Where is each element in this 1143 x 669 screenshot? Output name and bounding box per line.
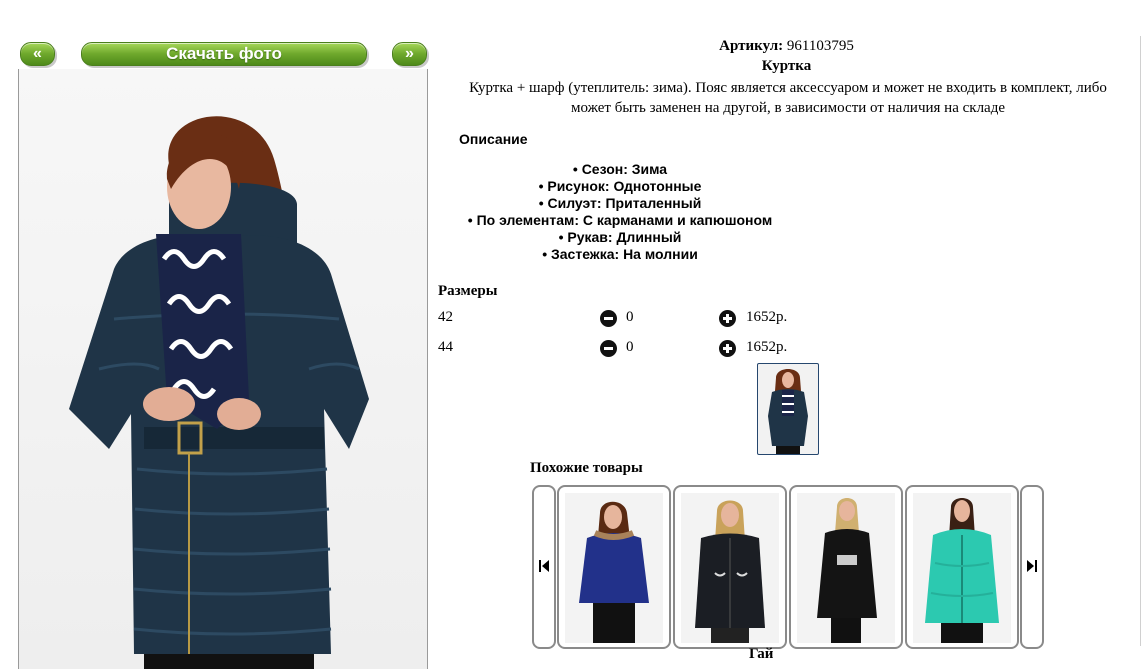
- attribute-item: Рисунок: Однотонные: [430, 178, 810, 195]
- attribute-item: Рукав: Длинный: [430, 229, 810, 246]
- sku-line: Артикул: 961103795: [430, 38, 1143, 55]
- similar-product-image: [797, 493, 895, 643]
- attribute-item: Силуэт: Приталенный: [430, 195, 810, 212]
- carousel-prev-button[interactable]: [532, 485, 556, 649]
- similar-products-heading: Похожие товары: [530, 460, 643, 476]
- size-row: 42 0 1652р.: [438, 309, 858, 329]
- price-value: 1652р.: [746, 309, 788, 325]
- attribute-item: Сезон: Зима: [430, 161, 810, 178]
- minus-circle-icon[interactable]: [600, 340, 617, 357]
- plus-circle-icon[interactable]: [719, 310, 736, 327]
- sku-value: 961103795: [786, 38, 854, 54]
- sku-label: Артикул:: [719, 38, 784, 54]
- size-row: 44 0 1652р.: [438, 339, 858, 359]
- quantity-value: 0: [626, 339, 634, 355]
- download-photo-button[interactable]: Скачать фото: [81, 42, 367, 66]
- similar-product-card[interactable]: [789, 485, 903, 649]
- main-product-photo: [18, 69, 428, 669]
- product-description: Куртка + шарф (утеплитель: зима). Пояс я…: [469, 80, 1107, 116]
- similar-product-image: [913, 493, 1011, 643]
- cut-off-text: Гай: [749, 646, 774, 662]
- attribute-item: Застежка: На молнии: [430, 246, 810, 263]
- size-value: 42: [438, 309, 453, 325]
- attribute-item: По элементам: С карманами и капюшоном: [430, 212, 810, 229]
- similar-product-card[interactable]: [673, 485, 787, 649]
- product-title: Куртка: [761, 58, 812, 74]
- similar-product-card[interactable]: [905, 485, 1019, 649]
- size-value: 44: [438, 339, 453, 355]
- sizes-heading: Размеры: [438, 283, 498, 299]
- next-photo-button[interactable]: »: [392, 42, 427, 66]
- similar-product-card[interactable]: [557, 485, 671, 649]
- carousel-next-button[interactable]: [1020, 485, 1044, 649]
- skip-next-icon: [1027, 560, 1037, 572]
- price-value: 1652р.: [746, 339, 788, 355]
- photo-thumbnail[interactable]: [757, 363, 819, 455]
- minus-circle-icon[interactable]: [600, 310, 617, 327]
- description-heading: Описание: [459, 131, 528, 147]
- product-info-panel: Артикул: 961103795 Куртка Куртка + шарф …: [430, 0, 1143, 662]
- plus-circle-icon[interactable]: [719, 340, 736, 357]
- quantity-value: 0: [626, 309, 634, 325]
- similar-product-image: [681, 493, 779, 643]
- skip-previous-icon: [539, 560, 549, 572]
- prev-photo-button[interactable]: «: [20, 42, 55, 66]
- attribute-list: Сезон: Зима Рисунок: Однотонные Силуэт: …: [430, 161, 810, 263]
- similar-product-image: [565, 493, 663, 643]
